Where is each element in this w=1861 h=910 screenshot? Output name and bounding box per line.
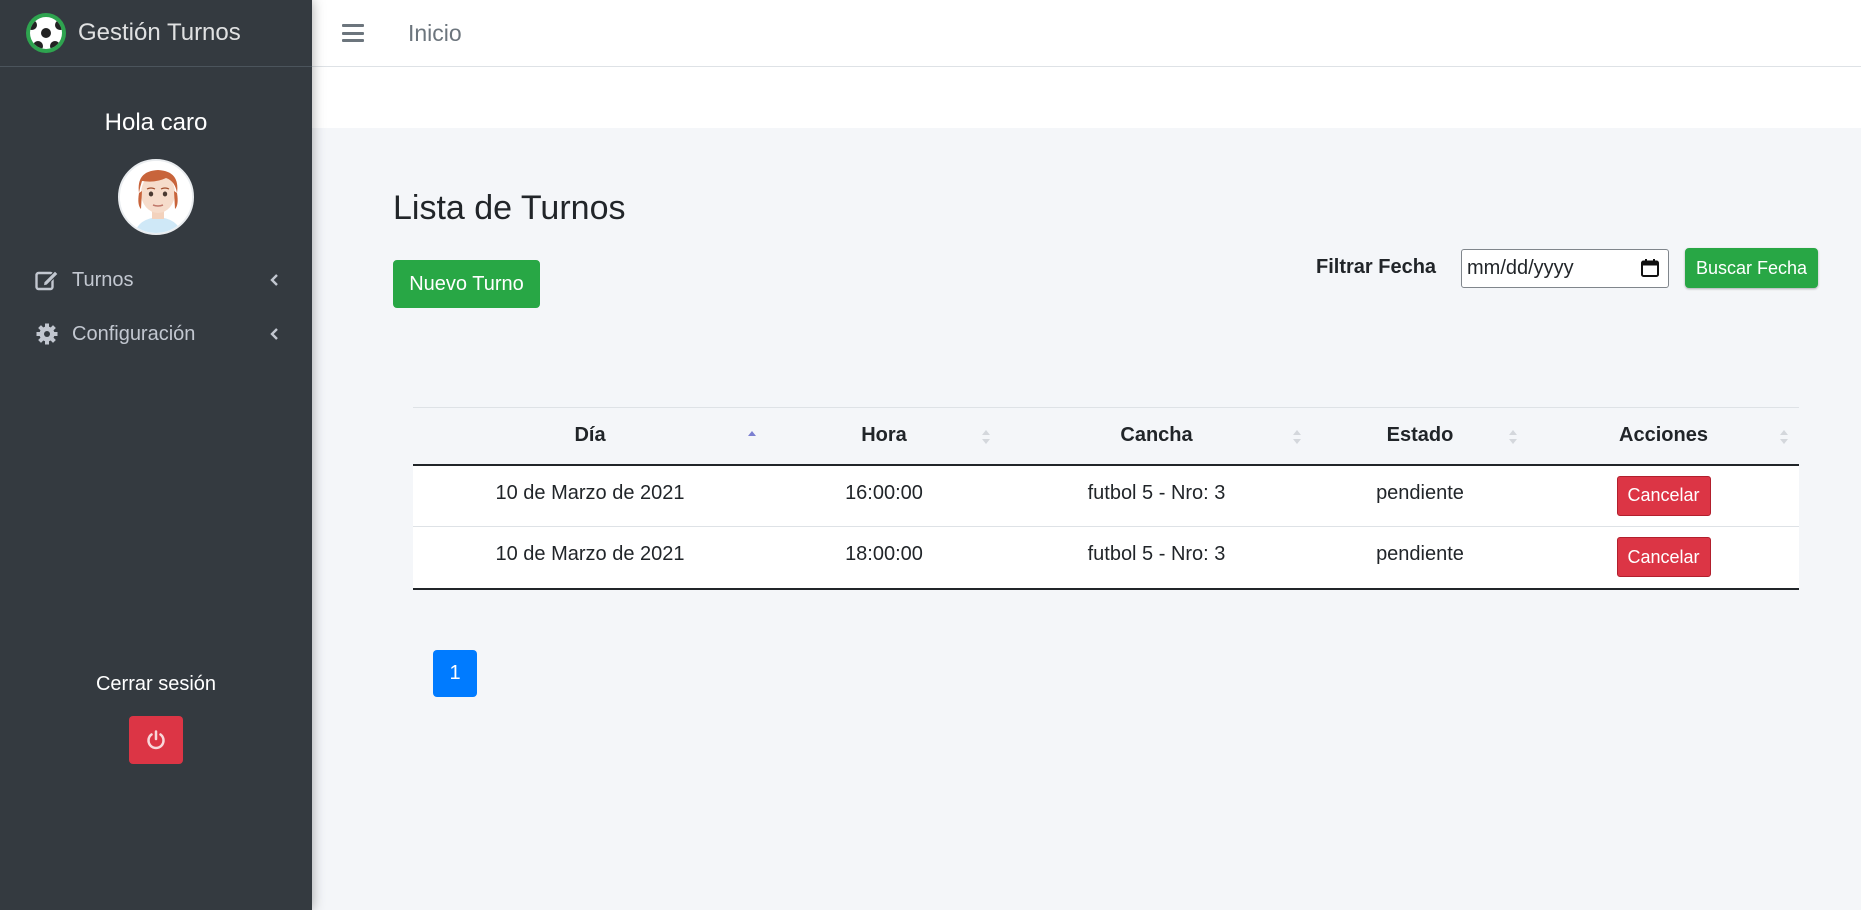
table-row: 10 de Marzo de 2021 18:00:00 futbol 5 - … (413, 526, 1799, 590)
column-header-acciones[interactable]: Acciones (1528, 408, 1799, 465)
sidebar-item-label: Configuración (72, 322, 196, 345)
filter-date-label: Filtrar Fecha (1316, 256, 1437, 278)
gear-icon (34, 321, 60, 347)
column-header-hora[interactable]: Hora (767, 408, 1001, 465)
cell-dia: 10 de Marzo de 2021 (413, 464, 767, 527)
cancel-button[interactable]: Cancelar (1616, 537, 1711, 577)
column-label: Día (574, 424, 606, 447)
cancel-button[interactable]: Cancelar (1616, 475, 1711, 516)
search-date-button[interactable]: Buscar Fecha (1685, 248, 1818, 288)
column-header-dia[interactable]: Día (413, 408, 767, 465)
topbar: Inicio (312, 0, 1861, 67)
cell-acciones: Cancelar (1528, 526, 1799, 590)
sort-icon (1509, 430, 1517, 444)
soccer-ball-icon (26, 13, 66, 53)
hamburger-icon[interactable] (342, 24, 364, 42)
sidebar-nav: Turnos Configuración (0, 253, 312, 361)
cell-estado: pendiente (1312, 526, 1528, 590)
nav-link-inicio[interactable]: Inicio (408, 20, 462, 47)
brand-link[interactable]: Gestión Turnos (0, 0, 312, 67)
logout-label: Cerrar sesión (95, 673, 217, 695)
content-header (312, 67, 1861, 128)
calendar-icon[interactable] (1640, 258, 1660, 278)
cell-cancha: futbol 5 - Nro: 3 (1001, 526, 1312, 590)
sidebar-item-label: Turnos (72, 268, 134, 291)
page-title: Lista de Turnos (393, 189, 626, 227)
new-turno-button[interactable]: Nuevo Turno (393, 260, 540, 308)
sidebar-item-turnos[interactable]: Turnos (0, 253, 312, 307)
user-greeting: Hola caro (104, 109, 208, 136)
column-label: Cancha (1120, 424, 1193, 447)
column-label: Hora (861, 424, 907, 447)
cell-estado: pendiente (1312, 464, 1528, 527)
cell-acciones: Cancelar (1528, 464, 1799, 527)
cell-dia: 10 de Marzo de 2021 (413, 526, 767, 590)
cell-hora: 16:00:00 (767, 464, 1001, 527)
chevron-left-icon (270, 274, 278, 286)
cell-hora: 18:00:00 (767, 526, 1001, 590)
avatar (118, 159, 194, 235)
chevron-left-icon (270, 328, 278, 340)
column-label: Estado (1386, 424, 1454, 447)
column-header-cancha[interactable]: Cancha (1001, 408, 1312, 465)
logout-button[interactable] (129, 716, 183, 764)
column-header-estado[interactable]: Estado (1312, 408, 1528, 465)
sidebar: Gestión Turnos Hola caro Turnos Configur… (0, 0, 312, 910)
power-icon (147, 730, 165, 750)
brand-title: Gestión Turnos (78, 19, 241, 46)
sort-icon (1293, 430, 1301, 444)
pagination-page-1[interactable]: 1 (433, 650, 477, 697)
sort-icon (1780, 430, 1788, 444)
sort-asc-icon (748, 431, 756, 436)
sort-icon (982, 430, 990, 444)
sidebar-item-configuracion[interactable]: Configuración (0, 307, 312, 361)
date-placeholder: mm/dd/yyyy (1467, 257, 1574, 279)
date-filter-input[interactable]: mm/dd/yyyy (1461, 249, 1669, 288)
turnos-table: Día Hora Cancha Estado Acciones 10 de Ma… (413, 407, 1799, 590)
cell-cancha: futbol 5 - Nro: 3 (1001, 464, 1312, 527)
main-content: Lista de Turnos Nuevo Turno Filtrar Fech… (312, 128, 1861, 910)
logout-section: Cerrar sesión (0, 673, 312, 764)
table-row: 10 de Marzo de 2021 16:00:00 futbol 5 - … (413, 464, 1799, 527)
table-header-row: Día Hora Cancha Estado Acciones (413, 407, 1799, 465)
column-label: Acciones (1619, 424, 1708, 447)
edit-icon (34, 267, 60, 293)
